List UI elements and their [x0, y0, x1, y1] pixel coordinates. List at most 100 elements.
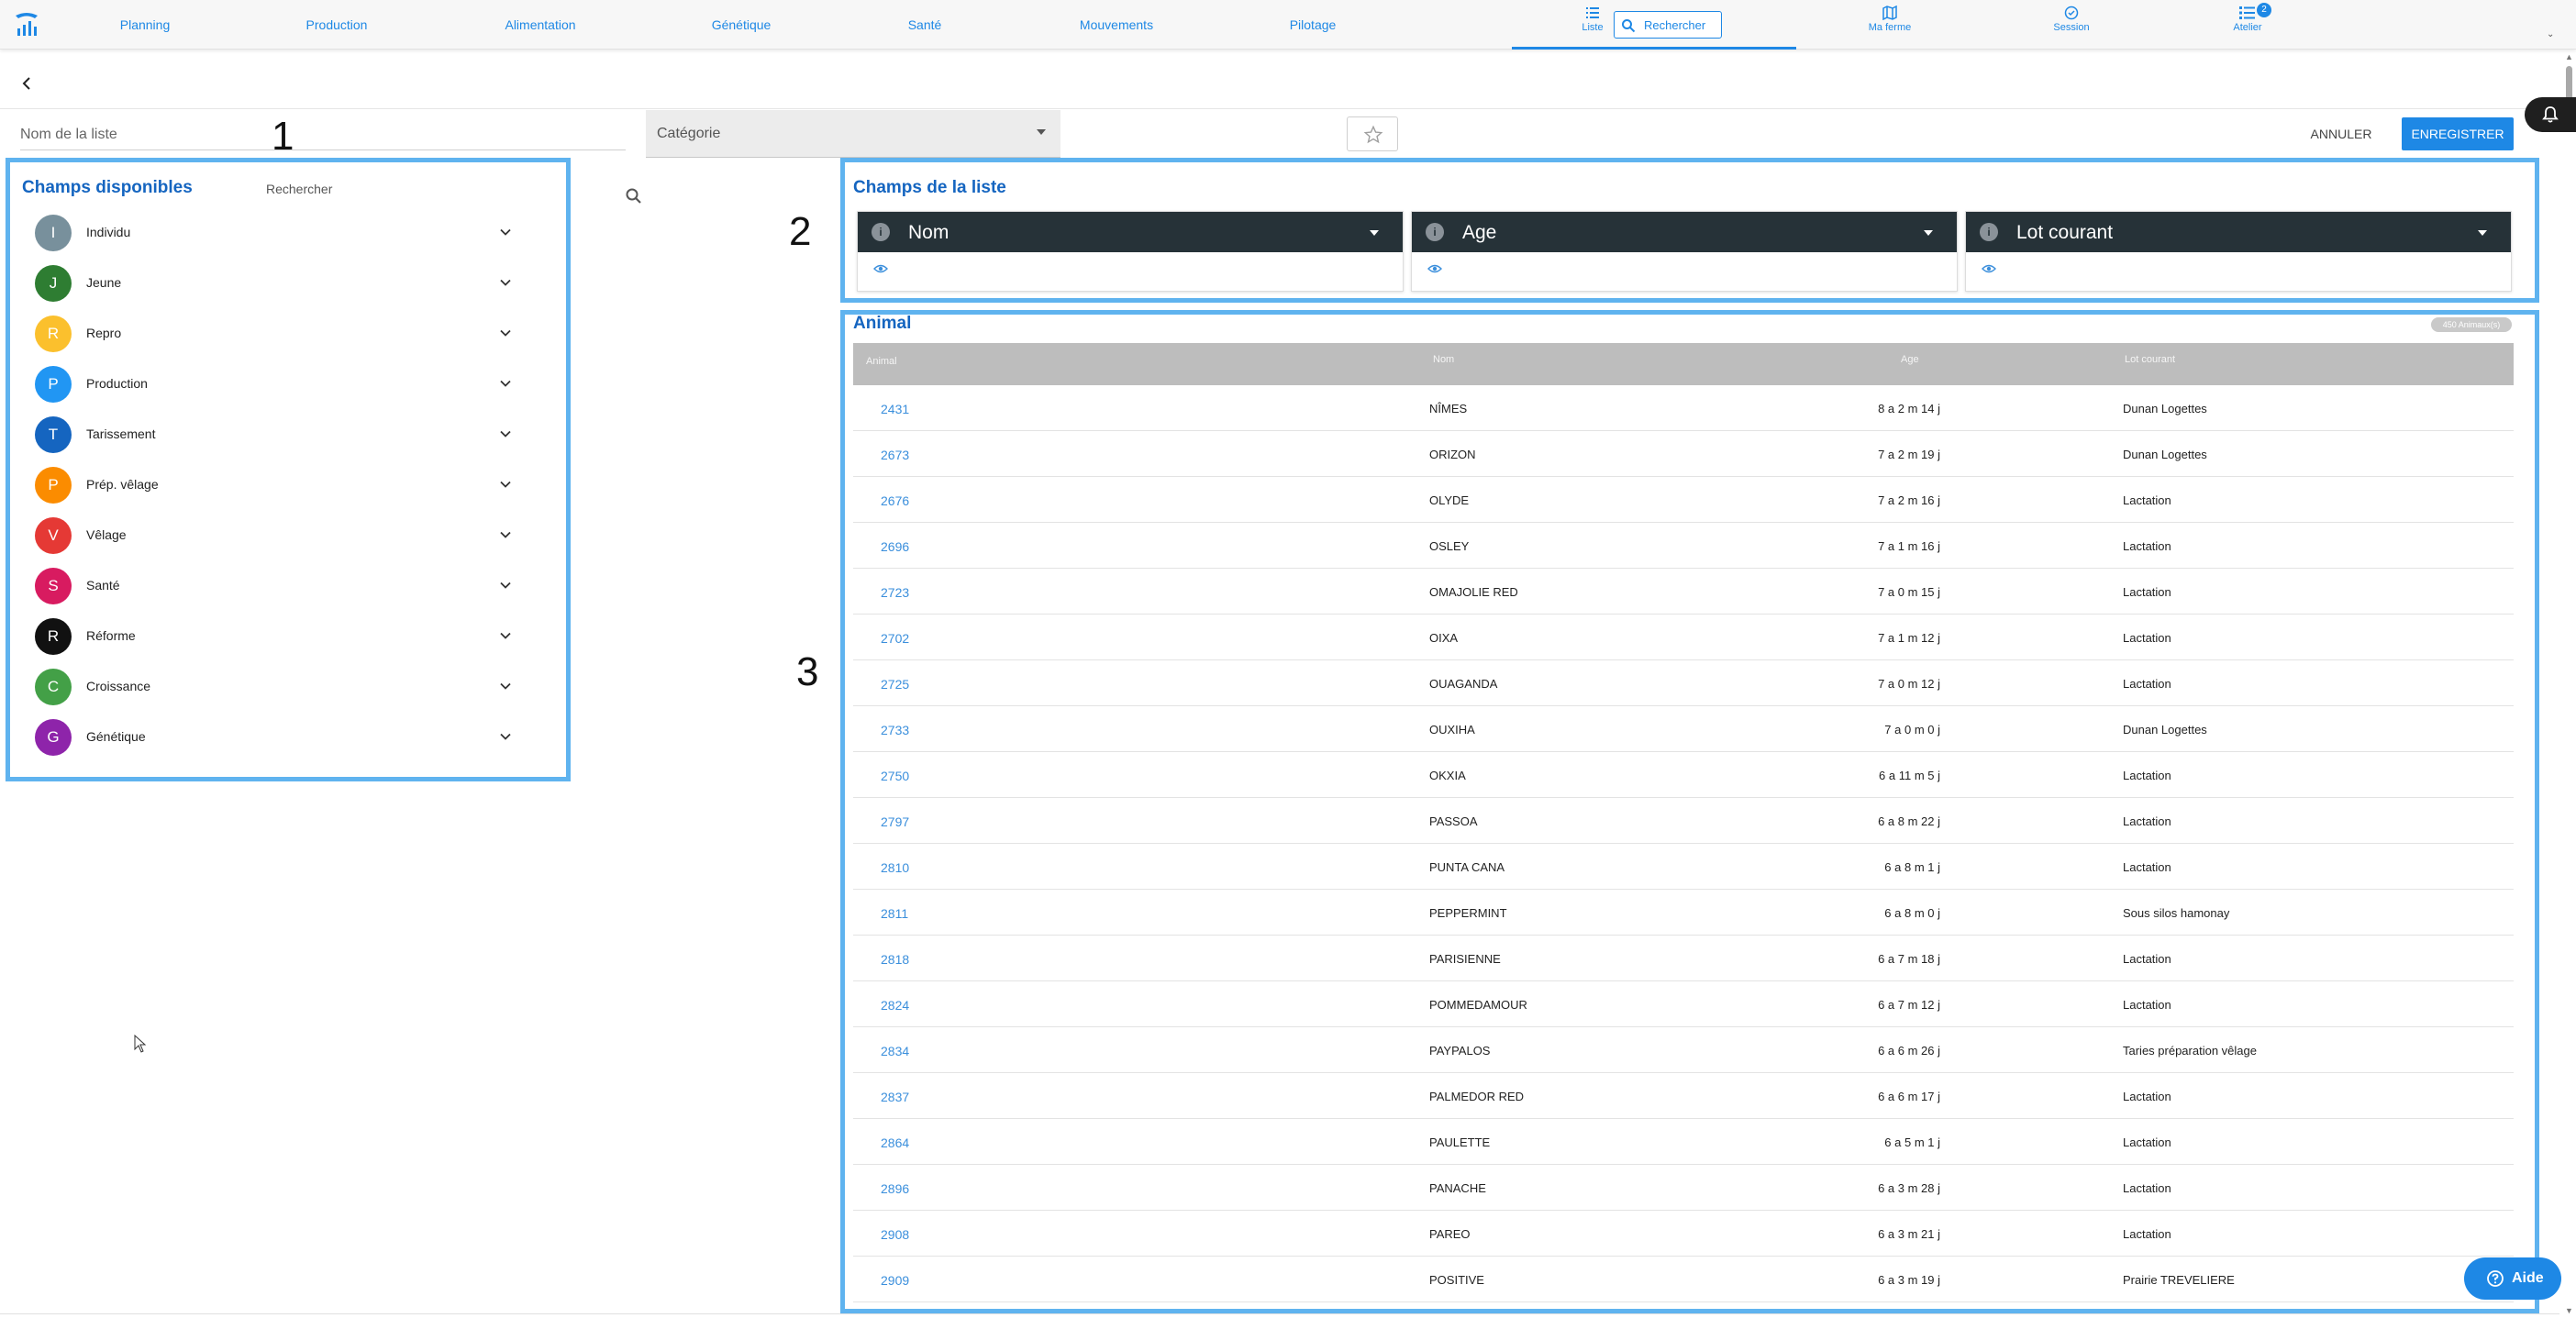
category-item[interactable]: C Croissance: [35, 665, 521, 705]
animal-id-link[interactable]: 2896: [881, 1181, 909, 1196]
table-row[interactable]: 2837 PALMEDOR RED 6 a 6 m 17 j Lactation: [853, 1073, 2514, 1119]
table-row[interactable]: 2733 OUXIHA 7 a 0 m 0 j Dunan Logettes: [853, 706, 2514, 752]
animal-id-link[interactable]: 2676: [881, 493, 909, 508]
eye-icon[interactable]: [1982, 263, 1996, 274]
animal-id-link[interactable]: 2725: [881, 677, 909, 692]
info-icon[interactable]: i: [872, 223, 890, 241]
category-item[interactable]: J Jeune: [35, 261, 521, 302]
animal-id-link[interactable]: 2909: [881, 1273, 909, 1288]
search-icon[interactable]: [624, 186, 644, 206]
animal-id-link[interactable]: 2702: [881, 631, 909, 646]
animal-id-link[interactable]: 2818: [881, 952, 909, 967]
animal-id-link[interactable]: 2673: [881, 448, 909, 462]
table-row[interactable]: 2896 PANACHE 6 a 3 m 28 j Lactation: [853, 1165, 2514, 1211]
animal-id-link[interactable]: 2723: [881, 585, 909, 600]
column-header-nom[interactable]: Nom: [1433, 354, 1454, 365]
scroll-up-arrow-icon[interactable]: ▲: [2565, 52, 2573, 61]
animal-id-link[interactable]: 2811: [881, 906, 908, 921]
nav-genetique[interactable]: Génétique: [712, 0, 772, 50]
animal-id-link[interactable]: 2824: [881, 998, 909, 1013]
help-button[interactable]: Aide: [2464, 1257, 2561, 1300]
animal-id-link[interactable]: 2864: [881, 1135, 909, 1150]
chevron-down-icon[interactable]: [499, 427, 512, 440]
category-item[interactable]: I Individu: [35, 211, 521, 251]
chevron-down-icon[interactable]: [499, 226, 512, 238]
chevron-down-icon[interactable]: [499, 579, 512, 592]
info-icon[interactable]: i: [1426, 223, 1444, 241]
table-row[interactable]: 2811 PEPPERMINT 6 a 8 m 0 j Sous silos hamo…: [853, 890, 2514, 936]
cancel-button[interactable]: ANNULER: [2293, 117, 2389, 150]
table-row[interactable]: 2723 OMAJOLIE RED 7 a 0 m 15 j Lactation: [853, 569, 2514, 615]
table-row[interactable]: 2908 PAREO 6 a 3 m 21 j Lactation: [853, 1211, 2514, 1257]
table-row[interactable]: 2725 OUAGANDA 7 a 0 m 12 j Lactation: [853, 660, 2514, 706]
chevron-down-icon[interactable]: [499, 730, 512, 743]
animal-id-link[interactable]: 2797: [881, 814, 909, 829]
animal-id-link[interactable]: 2750: [881, 769, 909, 783]
chevron-down-icon[interactable]: [499, 680, 512, 692]
table-row[interactable]: 2673 ORIZON 7 a 2 m 19 j Dunan Logettes: [853, 431, 2514, 477]
category-select[interactable]: Catégorie: [646, 110, 1060, 158]
account-dropdown-caret[interactable]: ⌄: [2547, 29, 2554, 39]
category-item[interactable]: R Réforme: [35, 615, 521, 655]
chevron-down-icon[interactable]: [499, 276, 512, 289]
nav-alimentation[interactable]: Alimentation: [505, 0, 575, 50]
nav-atelier[interactable]: 2 Atelier: [2193, 3, 2303, 33]
table-row[interactable]: 2431 NÎMES 8 a 2 m 14 j Dunan Logettes: [853, 385, 2514, 431]
category-item[interactable]: V Vêlage: [35, 514, 521, 554]
table-row[interactable]: 2818 PARISIENNE 6 a 7 m 18 j Lactation: [853, 936, 2514, 981]
list-name-input[interactable]: [20, 119, 626, 150]
chevron-down-icon[interactable]: [499, 528, 512, 541]
field-select[interactable]: i Nom: [858, 212, 1403, 252]
column-header-lot-courant[interactable]: Lot courant: [2125, 354, 2175, 365]
animal-id-link[interactable]: 2837: [881, 1090, 909, 1104]
page-scrollbar[interactable]: ▲ ▼: [2563, 50, 2576, 1318]
category-item[interactable]: G Génétique: [35, 715, 521, 756]
category-item[interactable]: P Prép. vêlage: [35, 463, 521, 504]
info-icon[interactable]: i: [1980, 223, 1998, 241]
category-item[interactable]: P Production: [35, 362, 521, 403]
field-select[interactable]: i Lot courant: [1966, 212, 2511, 252]
chevron-down-icon[interactable]: [499, 478, 512, 491]
nav-session[interactable]: Session: [2016, 6, 2126, 33]
category-item[interactable]: T Tarissement: [35, 413, 521, 453]
save-button[interactable]: ENREGISTRER: [2402, 117, 2514, 150]
list-field-card[interactable]: i Nom: [857, 211, 1404, 292]
nav-production[interactable]: Production: [306, 0, 368, 50]
eye-icon[interactable]: [873, 263, 888, 274]
scroll-down-arrow-icon[interactable]: ▼: [2565, 1306, 2573, 1315]
notifications-button[interactable]: [2525, 97, 2576, 132]
nav-ma-ferme[interactable]: Ma ferme: [1835, 6, 1945, 33]
animal-id-link[interactable]: 2834: [881, 1044, 909, 1058]
table-row[interactable]: 2696 OSLEY 7 a 1 m 16 j Lactation: [853, 523, 2514, 569]
chevron-down-icon[interactable]: [499, 377, 512, 390]
column-header-animal[interactable]: Animal: [866, 356, 897, 367]
table-row[interactable]: 2909 POSITIVE 6 a 3 m 19 j Prairie TREVELIE…: [853, 1257, 2514, 1302]
animal-id-link[interactable]: 2810: [881, 860, 909, 875]
table-row[interactable]: 2797 PASSOA 6 a 8 m 22 j Lactation: [853, 798, 2514, 844]
animal-id-link[interactable]: 2733: [881, 723, 909, 737]
table-row[interactable]: 2676 OLYDE 7 a 2 m 16 j Lactation: [853, 477, 2514, 523]
animal-id-link[interactable]: 2431: [881, 402, 909, 416]
animal-id-link[interactable]: 2908: [881, 1227, 909, 1242]
back-button[interactable]: [17, 73, 37, 94]
table-row[interactable]: 2834 PAYPALOS 6 a 6 m 26 j Taries préparati…: [853, 1027, 2514, 1073]
nav-sante[interactable]: Santé: [908, 0, 942, 50]
eye-icon[interactable]: [1427, 263, 1442, 274]
chevron-down-icon[interactable]: [499, 629, 512, 642]
global-search-input[interactable]: Rechercher: [1614, 11, 1722, 39]
column-header-age[interactable]: Age: [1901, 354, 1919, 365]
nav-pilotage[interactable]: Pilotage: [1290, 0, 1337, 50]
list-field-card[interactable]: i Age: [1411, 211, 1958, 292]
favorite-button[interactable]: [1347, 116, 1398, 151]
field-select[interactable]: i Age: [1412, 212, 1957, 252]
chevron-down-icon[interactable]: [499, 327, 512, 339]
table-row[interactable]: 2864 PAULETTE 6 a 5 m 1 j Lactation: [853, 1119, 2514, 1165]
table-row[interactable]: 2750 OKXIA 6 a 11 m 5 j Lactation: [853, 752, 2514, 798]
table-row[interactable]: 2824 POMMEDAMOUR 6 a 7 m 12 j Lactation: [853, 981, 2514, 1027]
category-item[interactable]: S Santé: [35, 564, 521, 604]
animal-id-link[interactable]: 2696: [881, 539, 909, 554]
available-fields-search-input[interactable]: [266, 182, 624, 196]
app-logo[interactable]: [13, 8, 40, 39]
table-row[interactable]: 2702 OIXA 7 a 1 m 12 j Lactation: [853, 615, 2514, 660]
table-row[interactable]: 2810 PUNTA CANA 6 a 8 m 1 j Lactation: [853, 844, 2514, 890]
